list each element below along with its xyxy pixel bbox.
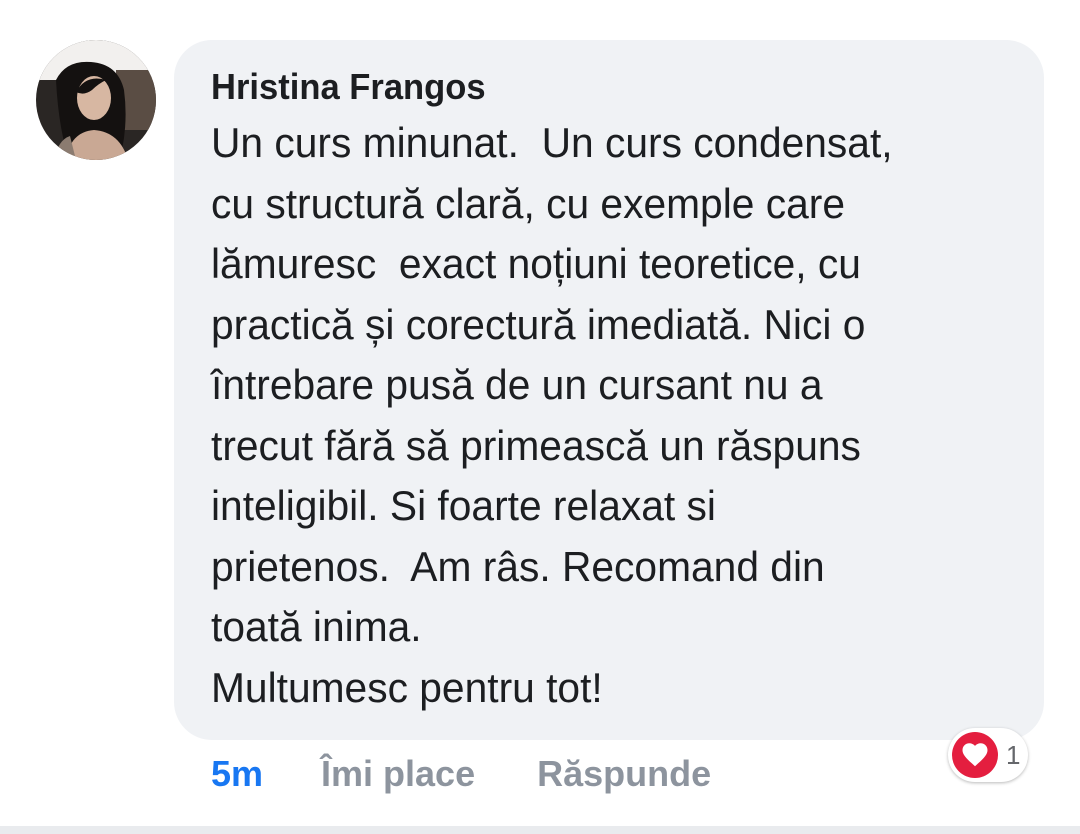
comment-bubble: Hristina Frangos Un curs minunat. Un cur… [174,40,1044,740]
divider [0,826,1080,834]
comment-text-line: practică și corectură imediată. Nici o [211,300,866,348]
comment-text-line: Multumesc pentru tot! [211,663,603,711]
avatar-photo [36,40,156,160]
comment-text-line: toată inima. [211,603,422,650]
comment-text: Un curs minunat. Un curs condensat, cu s… [211,113,984,718]
comment-text-line: lămuresc exact noțiuni teoretice, cu [211,240,861,287]
comment-text-line: întrebare pusă de un cursant nu a [211,361,823,408]
comment-text-line: cu structură clară, cu exemple care [211,179,846,227]
comment-text-line: trecut fără să primească un răspuns [211,421,861,469]
heart-icon [952,732,998,778]
avatar[interactable] [36,40,156,160]
comment-actions: 5m Îmi place Răspunde [211,748,711,800]
comment-text-line: inteligibil. Si foarte relaxat si [211,482,716,529]
reply-button[interactable]: Răspunde [537,753,711,795]
comment-text-line: prietenos. Am râs. Recomand din [211,542,825,590]
comment-text-line: Un curs minunat. Un curs condensat, [211,119,893,166]
comment-author[interactable]: Hristina Frangos [211,64,976,110]
comment-timestamp[interactable]: 5m [211,753,263,795]
reaction-count: 1 [1006,739,1021,770]
comment: Hristina Frangos Un curs minunat. Un cur… [0,0,1080,834]
reaction-summary[interactable]: 1 [948,728,1029,782]
like-button[interactable]: Îmi place [321,753,475,795]
